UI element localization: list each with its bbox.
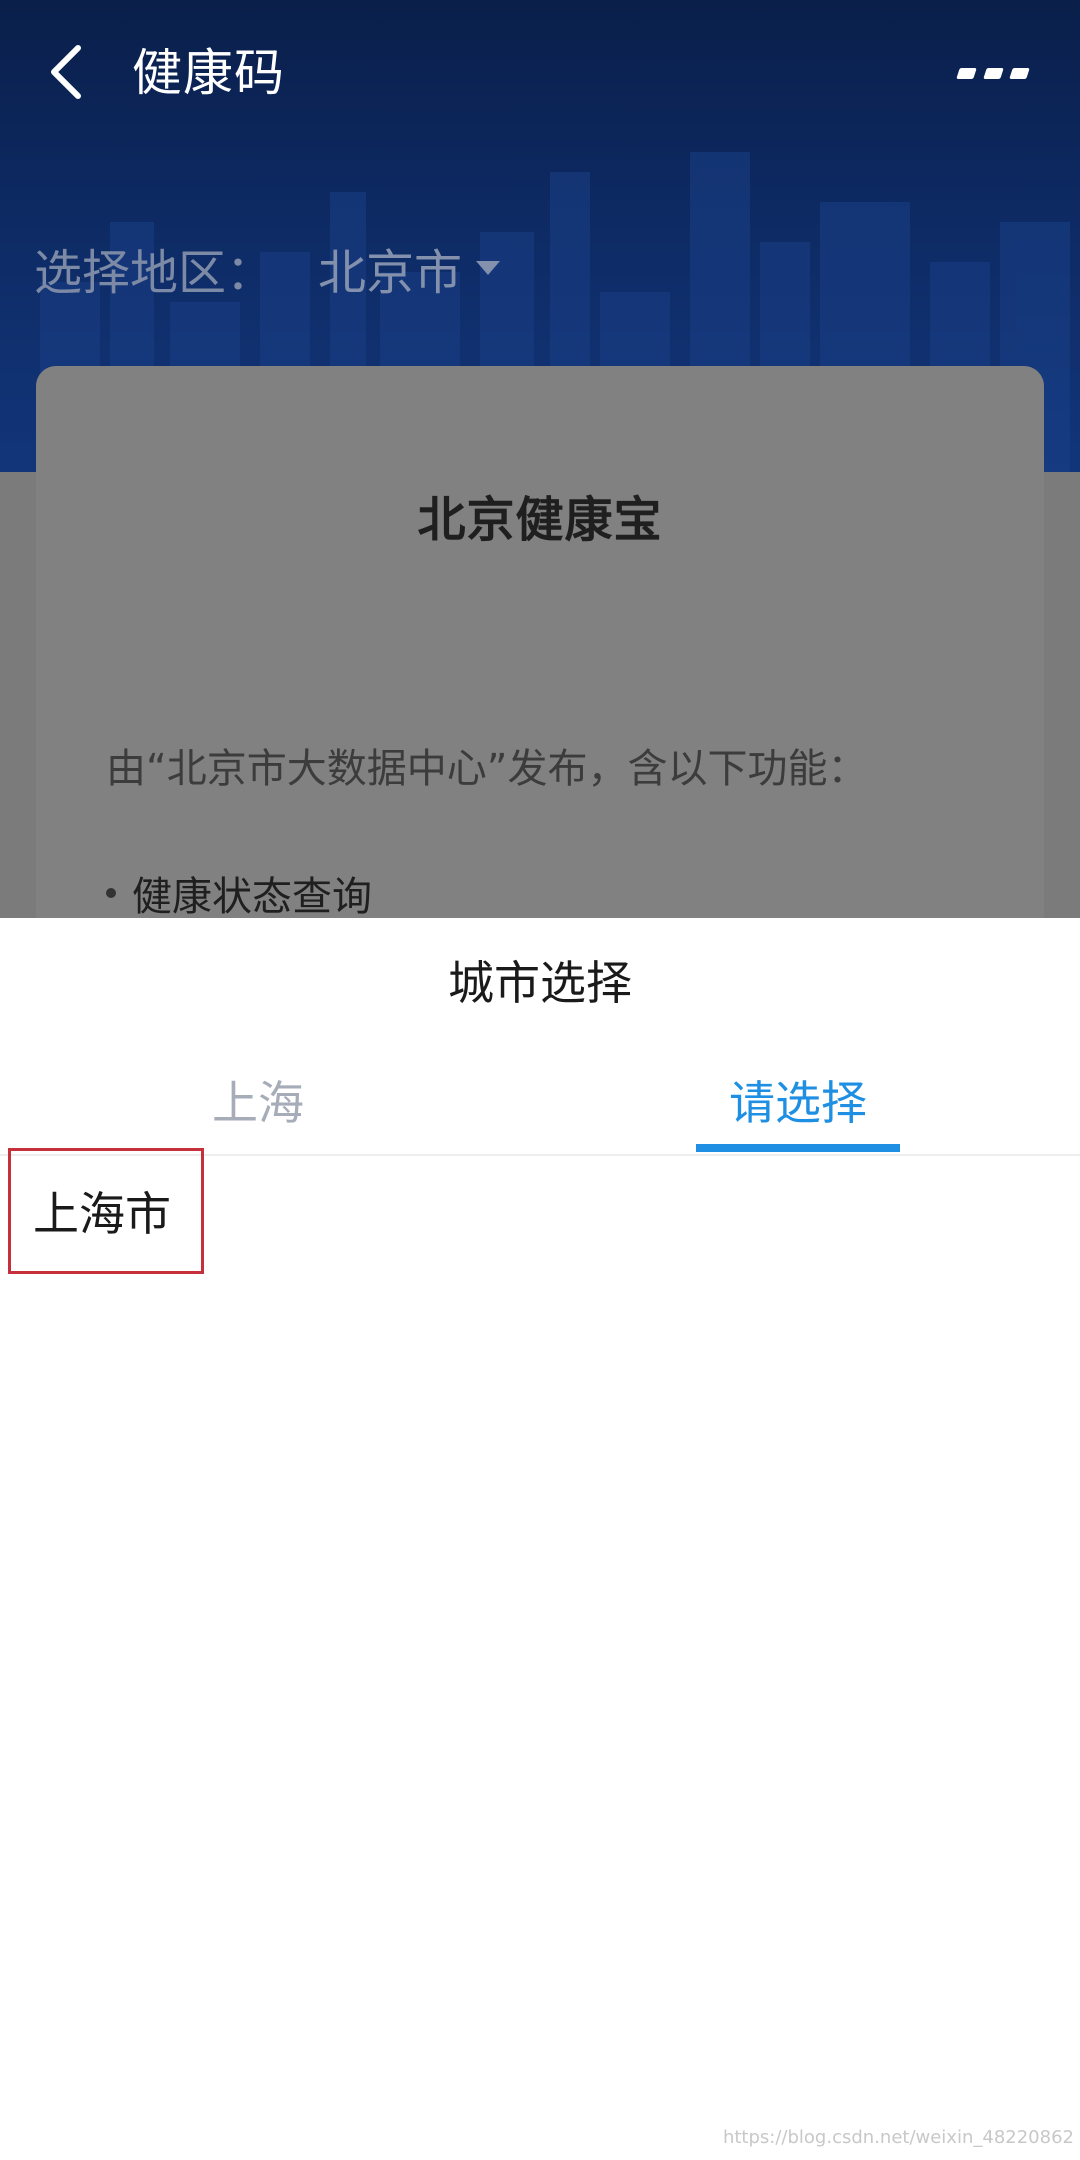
watermark-url: https://blog.csdn.net/weixin_48220862 xyxy=(722,2127,1074,2148)
background-page: 健康码 选择地区： 北京市 北京健康宝 由“北京市大数据中心”发布，含以下功能：… xyxy=(0,0,1080,918)
region-selector[interactable]: 选择地区： 北京市 xyxy=(34,232,501,304)
back-button[interactable] xyxy=(36,36,96,108)
more-icon-dot xyxy=(956,67,977,79)
more-icon-dot xyxy=(1009,67,1030,79)
tab-province-shanghai[interactable]: 上海 xyxy=(158,1058,358,1148)
card-title: 北京健康宝 xyxy=(417,492,663,548)
city-option-shanghai[interactable]: 上海市 xyxy=(8,1148,204,1274)
sheet-title: 城市选择 xyxy=(448,956,632,1010)
city-picker-sheet: 城市选择 上海 请选择 上海市 xyxy=(0,918,1080,2160)
page-title: 健康码 xyxy=(132,44,285,102)
more-button[interactable] xyxy=(956,48,1030,98)
card-description: 由“北京市大数据中心”发布，含以下功能： xyxy=(106,746,868,792)
tab-please-select[interactable]: 请选择 xyxy=(696,1058,900,1148)
region-value: 北京市 xyxy=(318,245,463,301)
caret-down-icon xyxy=(476,261,501,275)
feature-label: 健康状态查询 xyxy=(132,874,372,918)
more-icon-dot xyxy=(982,67,1004,79)
info-card: 北京健康宝 由“北京市大数据中心”发布，含以下功能： 健康状态查询 xyxy=(36,366,1044,918)
active-tab-indicator xyxy=(696,1144,900,1152)
chevron-left-icon xyxy=(51,45,81,99)
feature-list-item: 健康状态查询 xyxy=(106,864,372,918)
bullet-icon xyxy=(106,888,116,898)
top-navigation-bar: 健康码 xyxy=(0,0,1080,150)
region-label: 选择地区： xyxy=(34,245,275,301)
